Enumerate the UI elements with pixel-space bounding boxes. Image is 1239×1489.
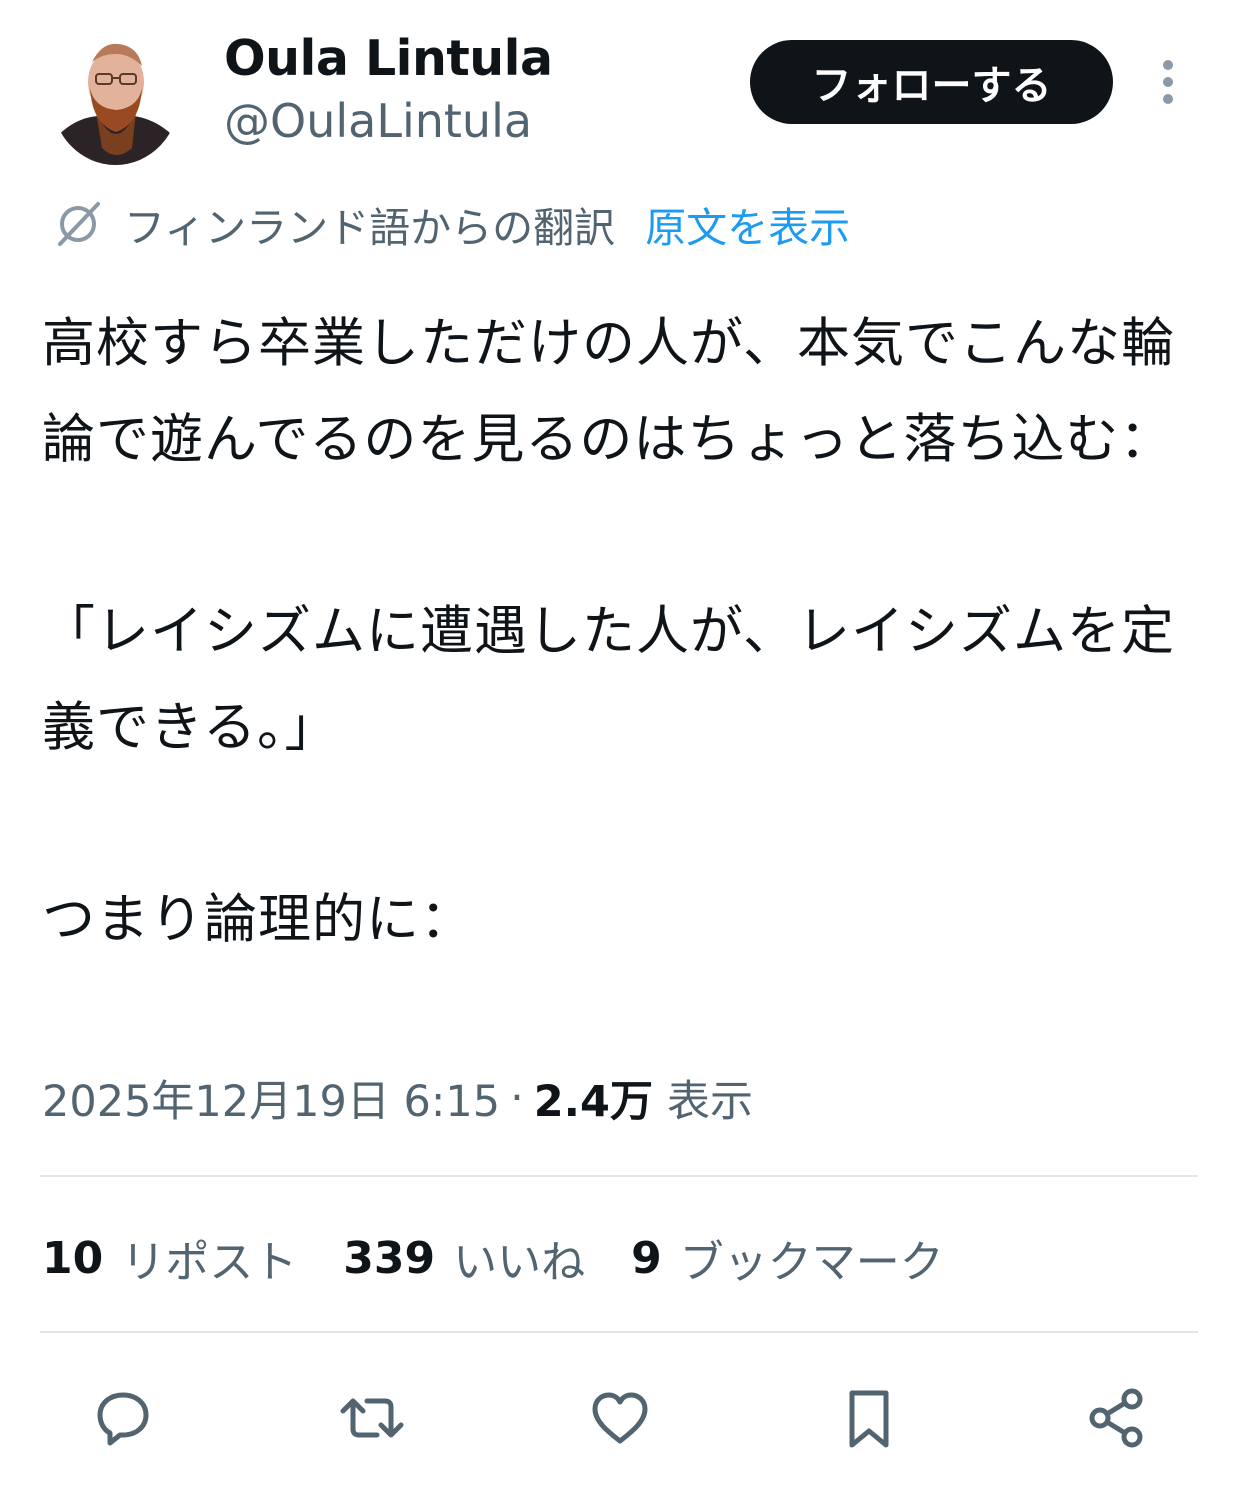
bookmarks-count: 9 bbox=[631, 1232, 662, 1284]
meta-separator: · bbox=[510, 1073, 524, 1123]
post-text: 高校すら卒業しただけの人が、本気でこんな輪論で遊んでるのを見るのはちょっと落ち込… bbox=[42, 313, 1175, 950]
action-bar bbox=[60, 1376, 1180, 1460]
bookmark-button[interactable] bbox=[806, 1376, 932, 1460]
more-options-icon[interactable] bbox=[1155, 56, 1181, 108]
reply-icon bbox=[97, 1392, 149, 1446]
share-button[interactable] bbox=[1054, 1376, 1180, 1460]
repost-button[interactable] bbox=[309, 1376, 435, 1460]
translation-label: フィンランド語からの翻訳 bbox=[124, 204, 616, 252]
repost-icon bbox=[340, 1398, 403, 1438]
likes-label: いいね bbox=[453, 1237, 586, 1288]
reply-button[interactable] bbox=[60, 1376, 186, 1460]
avatar[interactable] bbox=[52, 32, 179, 165]
views-count: 2.4万 bbox=[533, 1077, 653, 1127]
user-handle[interactable]: @OulaLintula bbox=[224, 94, 532, 148]
translate-icon bbox=[58, 202, 100, 246]
bookmark-icon bbox=[849, 1390, 888, 1448]
bookmarks-stat[interactable]: 9 ブックマーク bbox=[631, 1226, 944, 1290]
translation-notice: フィンランド語からの翻訳 原文を表示 bbox=[52, 198, 850, 252]
reposts-label: リポスト bbox=[121, 1237, 298, 1288]
divider bbox=[40, 1331, 1198, 1333]
likes-stat[interactable]: 339 いいね bbox=[343, 1226, 585, 1290]
reposts-stat[interactable]: 10 リポスト bbox=[42, 1226, 297, 1290]
likes-count: 339 bbox=[343, 1232, 436, 1284]
follow-button[interactable]: フォローする bbox=[750, 40, 1113, 124]
reposts-count: 10 bbox=[42, 1232, 104, 1284]
views-label: 表示 bbox=[666, 1077, 753, 1127]
post-detail: Oula Lintula @OulaLintula フォローする フィンランド語… bbox=[0, 0, 1239, 1489]
display-name[interactable]: Oula Lintula bbox=[224, 30, 553, 87]
bookmarks-label: ブックマーク bbox=[679, 1237, 944, 1288]
post-meta: 2025年12月19日 6:15 · 2.4万 表示 bbox=[42, 1066, 753, 1130]
like-button[interactable] bbox=[557, 1376, 683, 1460]
engagement-stats: 10 リポスト 339 いいね 9 ブックマーク bbox=[42, 1226, 990, 1290]
like-icon bbox=[592, 1392, 648, 1444]
avatar-photo bbox=[52, 32, 179, 165]
divider bbox=[40, 1175, 1198, 1177]
post-timestamp[interactable]: 2025年12月19日 6:15 bbox=[42, 1067, 500, 1129]
show-original-link[interactable]: 原文を表示 bbox=[645, 194, 850, 254]
share-icon bbox=[1089, 1388, 1143, 1448]
